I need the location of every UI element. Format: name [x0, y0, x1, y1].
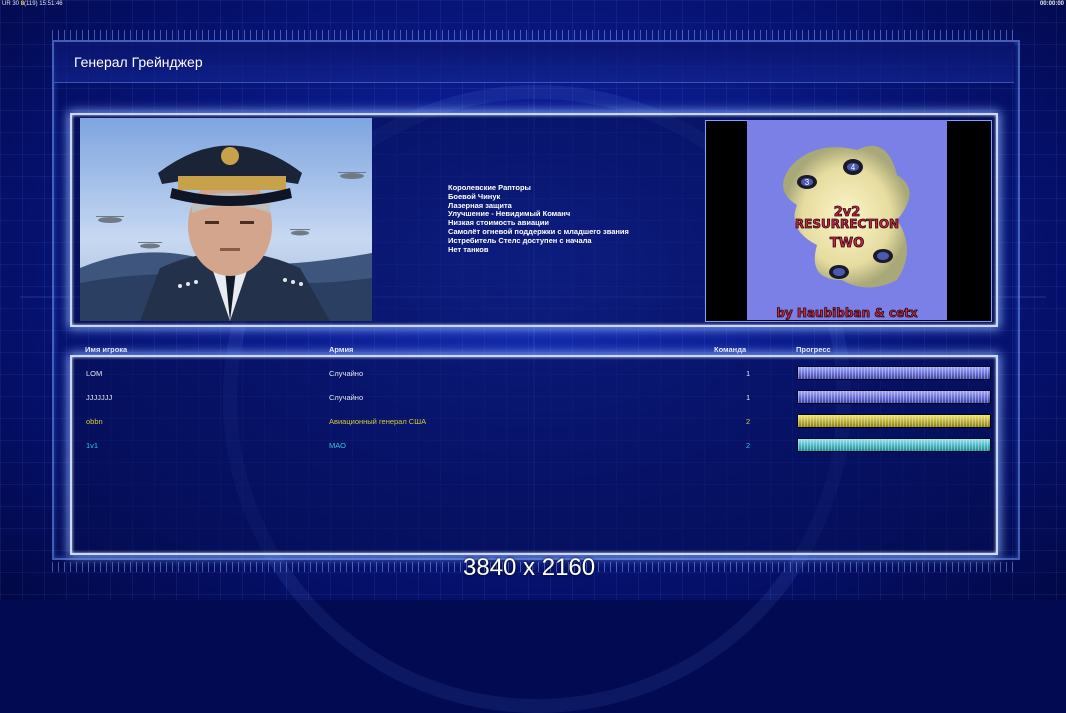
player-team: 1 — [746, 393, 751, 402]
player-name: LOM — [86, 369, 103, 378]
header-army: Армия — [329, 345, 354, 354]
general-portrait — [80, 118, 372, 321]
player-team: 1 — [746, 369, 751, 378]
feature-item: Нет танков — [448, 244, 489, 254]
player-progress-bar — [797, 366, 991, 380]
map-credit: by Haubibban & cetx — [776, 306, 918, 320]
player-army: Случайно — [329, 393, 364, 402]
status-overlay: UR 30 8(119) 15:51:46 00:00:00 — [0, 0, 1066, 8]
general-features-list: Королевские Рапторы Боевой Чинук Лазерна… — [448, 183, 629, 254]
start-position-3: 3 — [805, 178, 810, 187]
fps-paren: (119) — [24, 1, 38, 7]
player-army: Авиационный генерал США — [329, 417, 427, 426]
game-timer: 00:00:00 — [1039, 1, 1064, 7]
clock: 15:51:46 — [39, 1, 63, 7]
player-team: 2 — [746, 441, 751, 450]
ruler-top — [52, 30, 1016, 40]
start-position-4: 4 — [851, 163, 856, 172]
players-table-panel — [70, 355, 998, 555]
map-preview-image: 3 4 2v2 RESURRECTION TWO by Haubibban & … — [747, 120, 947, 320]
map-title-line-3: TWO — [830, 236, 864, 251]
player-name: JJJJJJJ — [86, 393, 113, 402]
map-preview: 3 4 2v2 RESURRECTION TWO by Haubibban & … — [747, 120, 947, 320]
fps-readout: UR 30 8(119) 15:51:46 — [2, 0, 63, 8]
general-title: Генерал Грейнджер — [74, 54, 203, 70]
player-team: 2 — [746, 417, 751, 426]
player-progress-bar — [797, 438, 991, 452]
player-progress-bar — [797, 390, 991, 404]
header-player-name: Имя игрока — [85, 345, 128, 354]
player-army: Случайно — [329, 369, 364, 378]
header-team: Команда — [714, 345, 747, 354]
portrait-illustration — [80, 118, 372, 321]
map-title-line-2: RESURRECTION — [795, 217, 899, 231]
player-progress-bar — [797, 414, 991, 428]
resolution-label: 3840 x 2160 — [463, 554, 596, 581]
player-name: 1v1 — [86, 441, 99, 450]
header-progress: Прогресс — [796, 345, 831, 354]
player-name: obbn — [86, 417, 103, 426]
player-army: МАО — [329, 441, 346, 450]
fps-label: UR 30 — [2, 1, 20, 7]
